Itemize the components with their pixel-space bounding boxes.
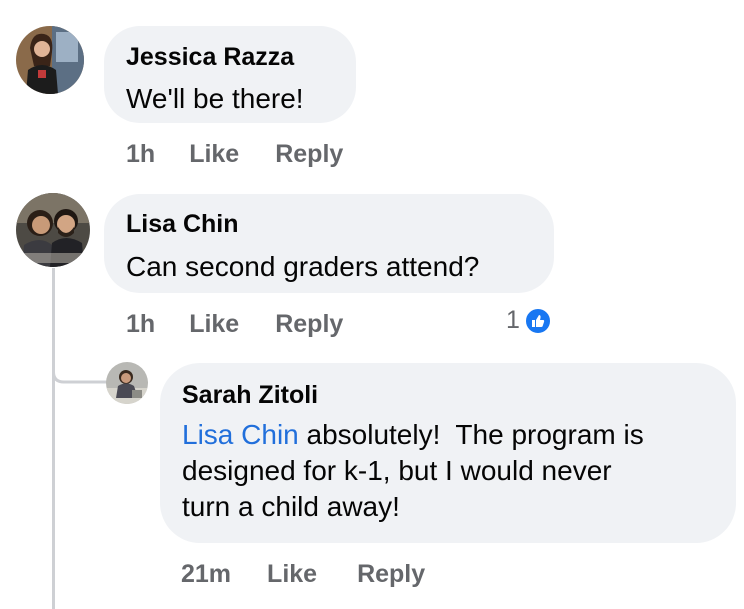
reply-bubble: Sarah Zitoli Lisa Chin absolutely! The p… (160, 363, 736, 543)
like-button[interactable]: Like (267, 560, 317, 589)
thread-connector (52, 358, 108, 384)
comment-bubble: Jessica Razza We'll be there! (104, 26, 356, 123)
reply-text-body: absolutely! The program is (298, 419, 644, 450)
like-button[interactable]: Like (189, 310, 239, 339)
avatar-jessica-razza[interactable] (16, 26, 84, 94)
comment-text: Can second graders attend? (126, 251, 480, 282)
reply-timestamp[interactable]: 21m (181, 560, 231, 589)
comment-actions: 1h Like Reply (126, 310, 343, 339)
thumbs-up-icon (523, 306, 552, 335)
reply-button[interactable]: Reply (357, 560, 425, 589)
reaction-count: 1 (506, 306, 520, 334)
avatar-photo-icon (16, 193, 90, 267)
reaction-summary[interactable]: 1 (506, 306, 552, 335)
reply-text-line2: designed for k-1, but I would never (182, 455, 612, 486)
comment-author[interactable]: Lisa Chin (126, 209, 239, 239)
reply-author[interactable]: Sarah Zitoli (182, 380, 318, 410)
comment-bubble: Lisa Chin Can second graders attend? (104, 194, 554, 293)
avatar-sarah-zitoli[interactable] (106, 362, 148, 404)
avatar-lisa-chin[interactable] (16, 193, 90, 267)
reply-button[interactable]: Reply (275, 140, 343, 169)
like-button[interactable]: Like (189, 140, 239, 169)
reply-button[interactable]: Reply (275, 310, 343, 339)
avatar-photo-icon (106, 362, 148, 404)
comment-timestamp[interactable]: 1h (126, 310, 155, 339)
comment-author[interactable]: Jessica Razza (126, 42, 294, 72)
avatar-photo-icon (16, 26, 84, 94)
reply-text: Lisa Chin absolutely! The program is des… (182, 417, 722, 525)
reply-text-line1: Lisa Chin absolutely! The program is (182, 417, 722, 453)
comment-text: We'll be there! (126, 83, 304, 114)
thread-line (52, 268, 55, 609)
reply-text-line3: turn a child away! (182, 491, 400, 522)
comment-timestamp[interactable]: 1h (126, 140, 155, 169)
comment-actions: 1h Like Reply (126, 140, 343, 169)
mention-lisa-chin[interactable]: Lisa Chin (182, 419, 299, 450)
reply-actions: 21m Like Reply (181, 560, 425, 589)
